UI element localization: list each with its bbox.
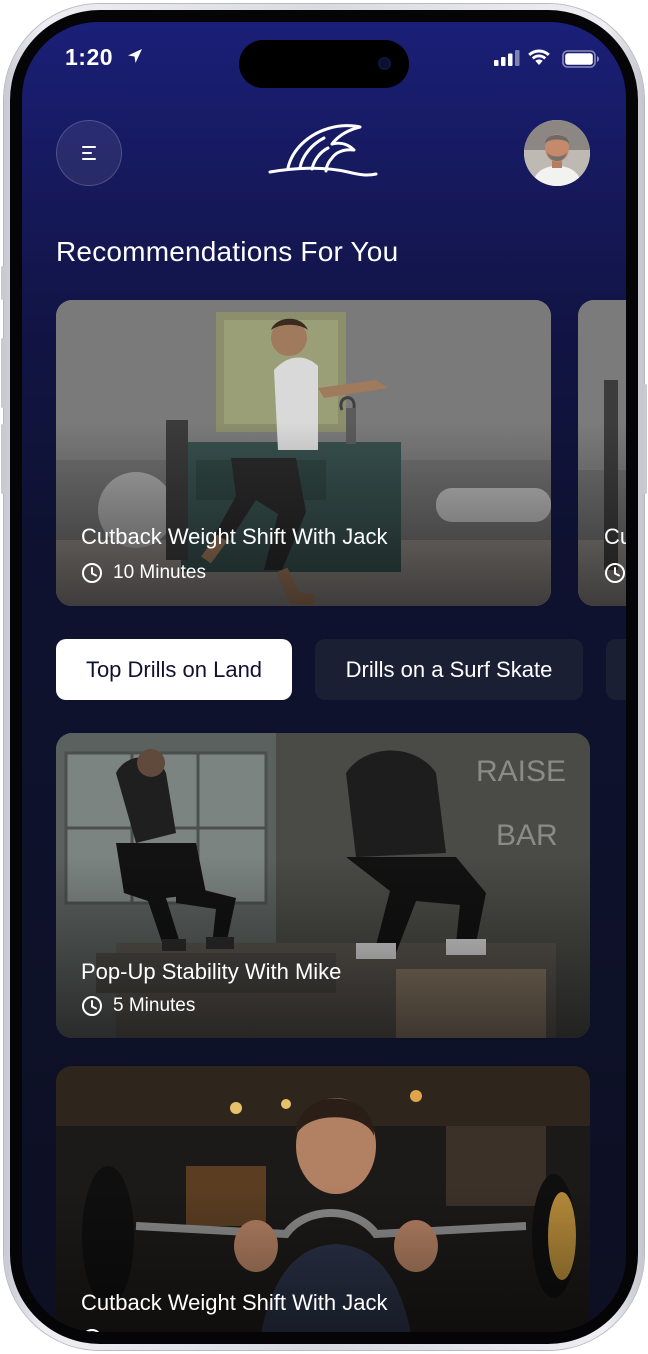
battery-icon <box>562 50 599 68</box>
clock-icon <box>82 996 102 1016</box>
volume-down-button <box>1 424 5 494</box>
card-title: Cu <box>604 524 626 549</box>
duration-text: 10 Minutes <box>113 562 206 583</box>
recommendation-card[interactable]: Cu <box>578 300 626 606</box>
tab-drills-on-surf-skate[interactable]: Drills on a Surf Skate <box>315 639 583 700</box>
recommendations-title: Recommendations For You <box>56 236 399 267</box>
avatar-portrait <box>524 120 590 186</box>
drill-card[interactable]: RAISE BAR Pop-Up Stability With Mike 5 M… <box>56 733 590 1038</box>
status-time: 1:20 <box>65 44 114 70</box>
card-overlay <box>56 300 551 606</box>
clock-icon <box>82 563 102 583</box>
card-duration: 5 Minutes <box>81 995 195 1017</box>
action-button <box>1 266 5 300</box>
power-button <box>643 384 647 494</box>
tab-more[interactable] <box>606 639 626 700</box>
dynamic-island <box>239 40 409 88</box>
wifi-icon <box>528 49 550 65</box>
card-duration: 10 Minutes <box>81 562 206 584</box>
menu-button[interactable] <box>56 120 122 186</box>
volume-up-button <box>1 338 5 408</box>
drill-card[interactable]: Cutback Weight Shift With Jack <box>56 1066 590 1332</box>
duration-text: 5 Minutes <box>113 995 196 1016</box>
card-title: Pop-Up Stability With Mike <box>81 959 342 984</box>
wave-fin-logo <box>268 124 378 177</box>
status-bar: 1:20 <box>22 22 626 92</box>
cellular-signal-icon <box>494 50 520 66</box>
recommendation-card[interactable]: Cutback Weight Shift With Jack 10 Minute… <box>56 300 551 606</box>
tab-top-drills-on-land[interactable]: Top Drills on Land <box>56 639 292 700</box>
clock-icon <box>605 563 625 583</box>
user-avatar[interactable] <box>524 120 590 186</box>
location-arrow-icon <box>128 49 142 63</box>
card-overlay <box>56 733 590 1038</box>
card-overlay <box>578 300 626 606</box>
clock-icon <box>84 1329 100 1332</box>
card-title: Cutback Weight Shift With Jack <box>81 1290 388 1315</box>
menu-icon <box>82 146 96 160</box>
app-screen: 1:20 Recommendations For You Cutback Wei… <box>22 22 626 1332</box>
card-title: Cutback Weight Shift With Jack <box>81 524 388 549</box>
card-duration <box>81 1328 103 1332</box>
card-duration <box>604 562 626 584</box>
camera-icon <box>378 57 391 70</box>
